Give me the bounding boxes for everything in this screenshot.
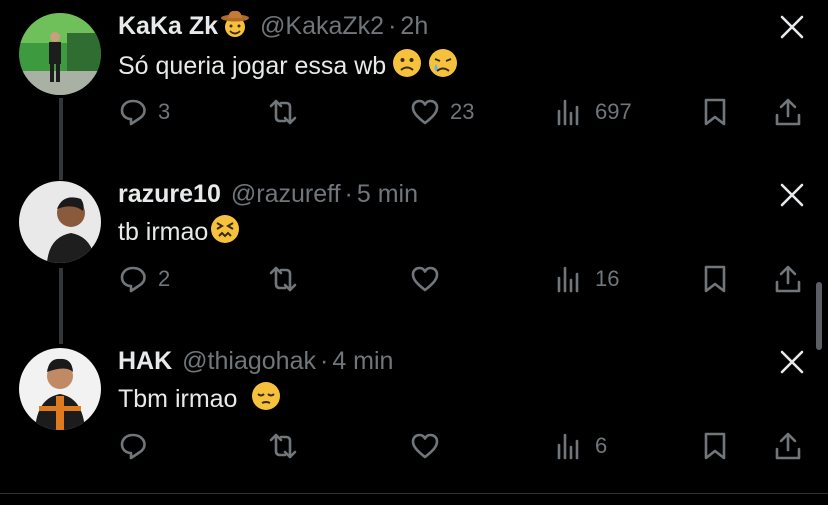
- dot-separator: ·: [319, 346, 329, 375]
- repost-button[interactable]: [268, 426, 308, 466]
- display-name[interactable]: KaKa Zk: [118, 12, 218, 41]
- reply-icon: [120, 266, 146, 293]
- views-button[interactable]: 6: [555, 426, 607, 466]
- repost-icon: [269, 99, 297, 125]
- timestamp[interactable]: 4 min: [332, 347, 393, 376]
- avatar-photo: [19, 13, 101, 95]
- repost-icon: [269, 266, 297, 292]
- reply-icon: [120, 99, 146, 126]
- share-button[interactable]: [773, 92, 803, 132]
- slightly-frowning-face-icon: [392, 48, 422, 85]
- cowboy-hat-face-icon: [220, 10, 250, 43]
- tweet-text-row: Só queria jogar essa wb: [118, 48, 458, 84]
- repost-button[interactable]: [268, 92, 308, 132]
- avatar-photo: [19, 181, 101, 263]
- bookmark-button[interactable]: [700, 259, 730, 299]
- repost-icon: [269, 433, 297, 459]
- reply-count: 2: [158, 266, 171, 291]
- close-icon[interactable]: [778, 348, 806, 376]
- share-icon: [775, 432, 801, 460]
- dot-separator: ·: [388, 11, 397, 40]
- like-count: 23: [450, 99, 475, 124]
- heart-icon: [411, 99, 439, 125]
- tweet-text: tb irmao: [118, 217, 209, 246]
- view-count: 16: [595, 266, 620, 291]
- timestamp[interactable]: 2h: [400, 12, 428, 41]
- bookmark-icon: [704, 98, 726, 126]
- crying-face-icon: [428, 48, 458, 85]
- avatar[interactable]: [19, 181, 101, 263]
- tweet-text-row: tb irmao: [118, 214, 240, 250]
- heart-icon: [411, 266, 439, 292]
- like-button[interactable]: [410, 426, 450, 466]
- share-button[interactable]: [773, 259, 803, 299]
- heart-icon: [411, 433, 439, 459]
- user-handle[interactable]: @thiagohak: [182, 347, 316, 376]
- dot-separator: ·: [344, 179, 353, 208]
- avatar[interactable]: [19, 348, 101, 430]
- bookmark-icon: [704, 432, 726, 460]
- like-button[interactable]: 23: [410, 92, 474, 132]
- views-icon: [557, 99, 579, 126]
- share-icon: [775, 98, 801, 126]
- confounded-face-icon: [210, 214, 240, 251]
- reply-tweet[interactable]: HAK @thiagohak · 4 min Tbm irmao 6: [0, 335, 828, 495]
- view-count: 697: [595, 99, 632, 124]
- share-button[interactable]: [773, 426, 803, 466]
- close-icon[interactable]: [778, 181, 806, 209]
- tweet-actions: 6: [118, 426, 818, 466]
- divider: [0, 493, 828, 494]
- tweet-actions: 3 23 697: [118, 92, 818, 132]
- reply-icon: [120, 433, 146, 460]
- reply-button[interactable]: [118, 426, 158, 466]
- bookmark-button[interactable]: [700, 426, 730, 466]
- user-handle[interactable]: @KakaZk2: [260, 12, 384, 41]
- views-button[interactable]: 16: [555, 259, 619, 299]
- user-handle[interactable]: @razureff: [231, 180, 341, 209]
- reply-button[interactable]: 3: [118, 92, 170, 132]
- avatar-photo: [19, 348, 101, 430]
- share-icon: [775, 265, 801, 293]
- avatar[interactable]: [19, 13, 101, 95]
- views-icon: [557, 266, 579, 293]
- close-icon[interactable]: [778, 13, 806, 41]
- display-name[interactable]: HAK: [118, 347, 172, 376]
- scrollbar[interactable]: [816, 282, 822, 350]
- views-button[interactable]: 697: [555, 92, 632, 132]
- bookmark-button[interactable]: [700, 92, 730, 132]
- pensive-face-icon: [251, 381, 281, 418]
- reply-tweet[interactable]: razure10 @razureff · 5 min tb irmao 2 16: [0, 168, 828, 328]
- like-button[interactable]: [410, 259, 450, 299]
- views-icon: [557, 433, 579, 460]
- tweet-text: Só queria jogar essa wb: [118, 51, 387, 80]
- tweet-text: Tbm irmao: [118, 384, 238, 413]
- bookmark-icon: [704, 265, 726, 293]
- timestamp[interactable]: 5 min: [357, 180, 418, 209]
- tweet-actions: 2 16: [118, 259, 818, 299]
- reply-button[interactable]: 2: [118, 259, 170, 299]
- display-name[interactable]: razure10: [118, 180, 221, 209]
- reply-count: 3: [158, 99, 171, 124]
- tweet-text-row: Tbm irmao: [118, 381, 281, 417]
- view-count: 6: [595, 433, 608, 458]
- repost-button[interactable]: [268, 259, 308, 299]
- reply-tweet[interactable]: KaKa Zk @KakaZk2 · 2h Só queria jogar es…: [0, 0, 828, 160]
